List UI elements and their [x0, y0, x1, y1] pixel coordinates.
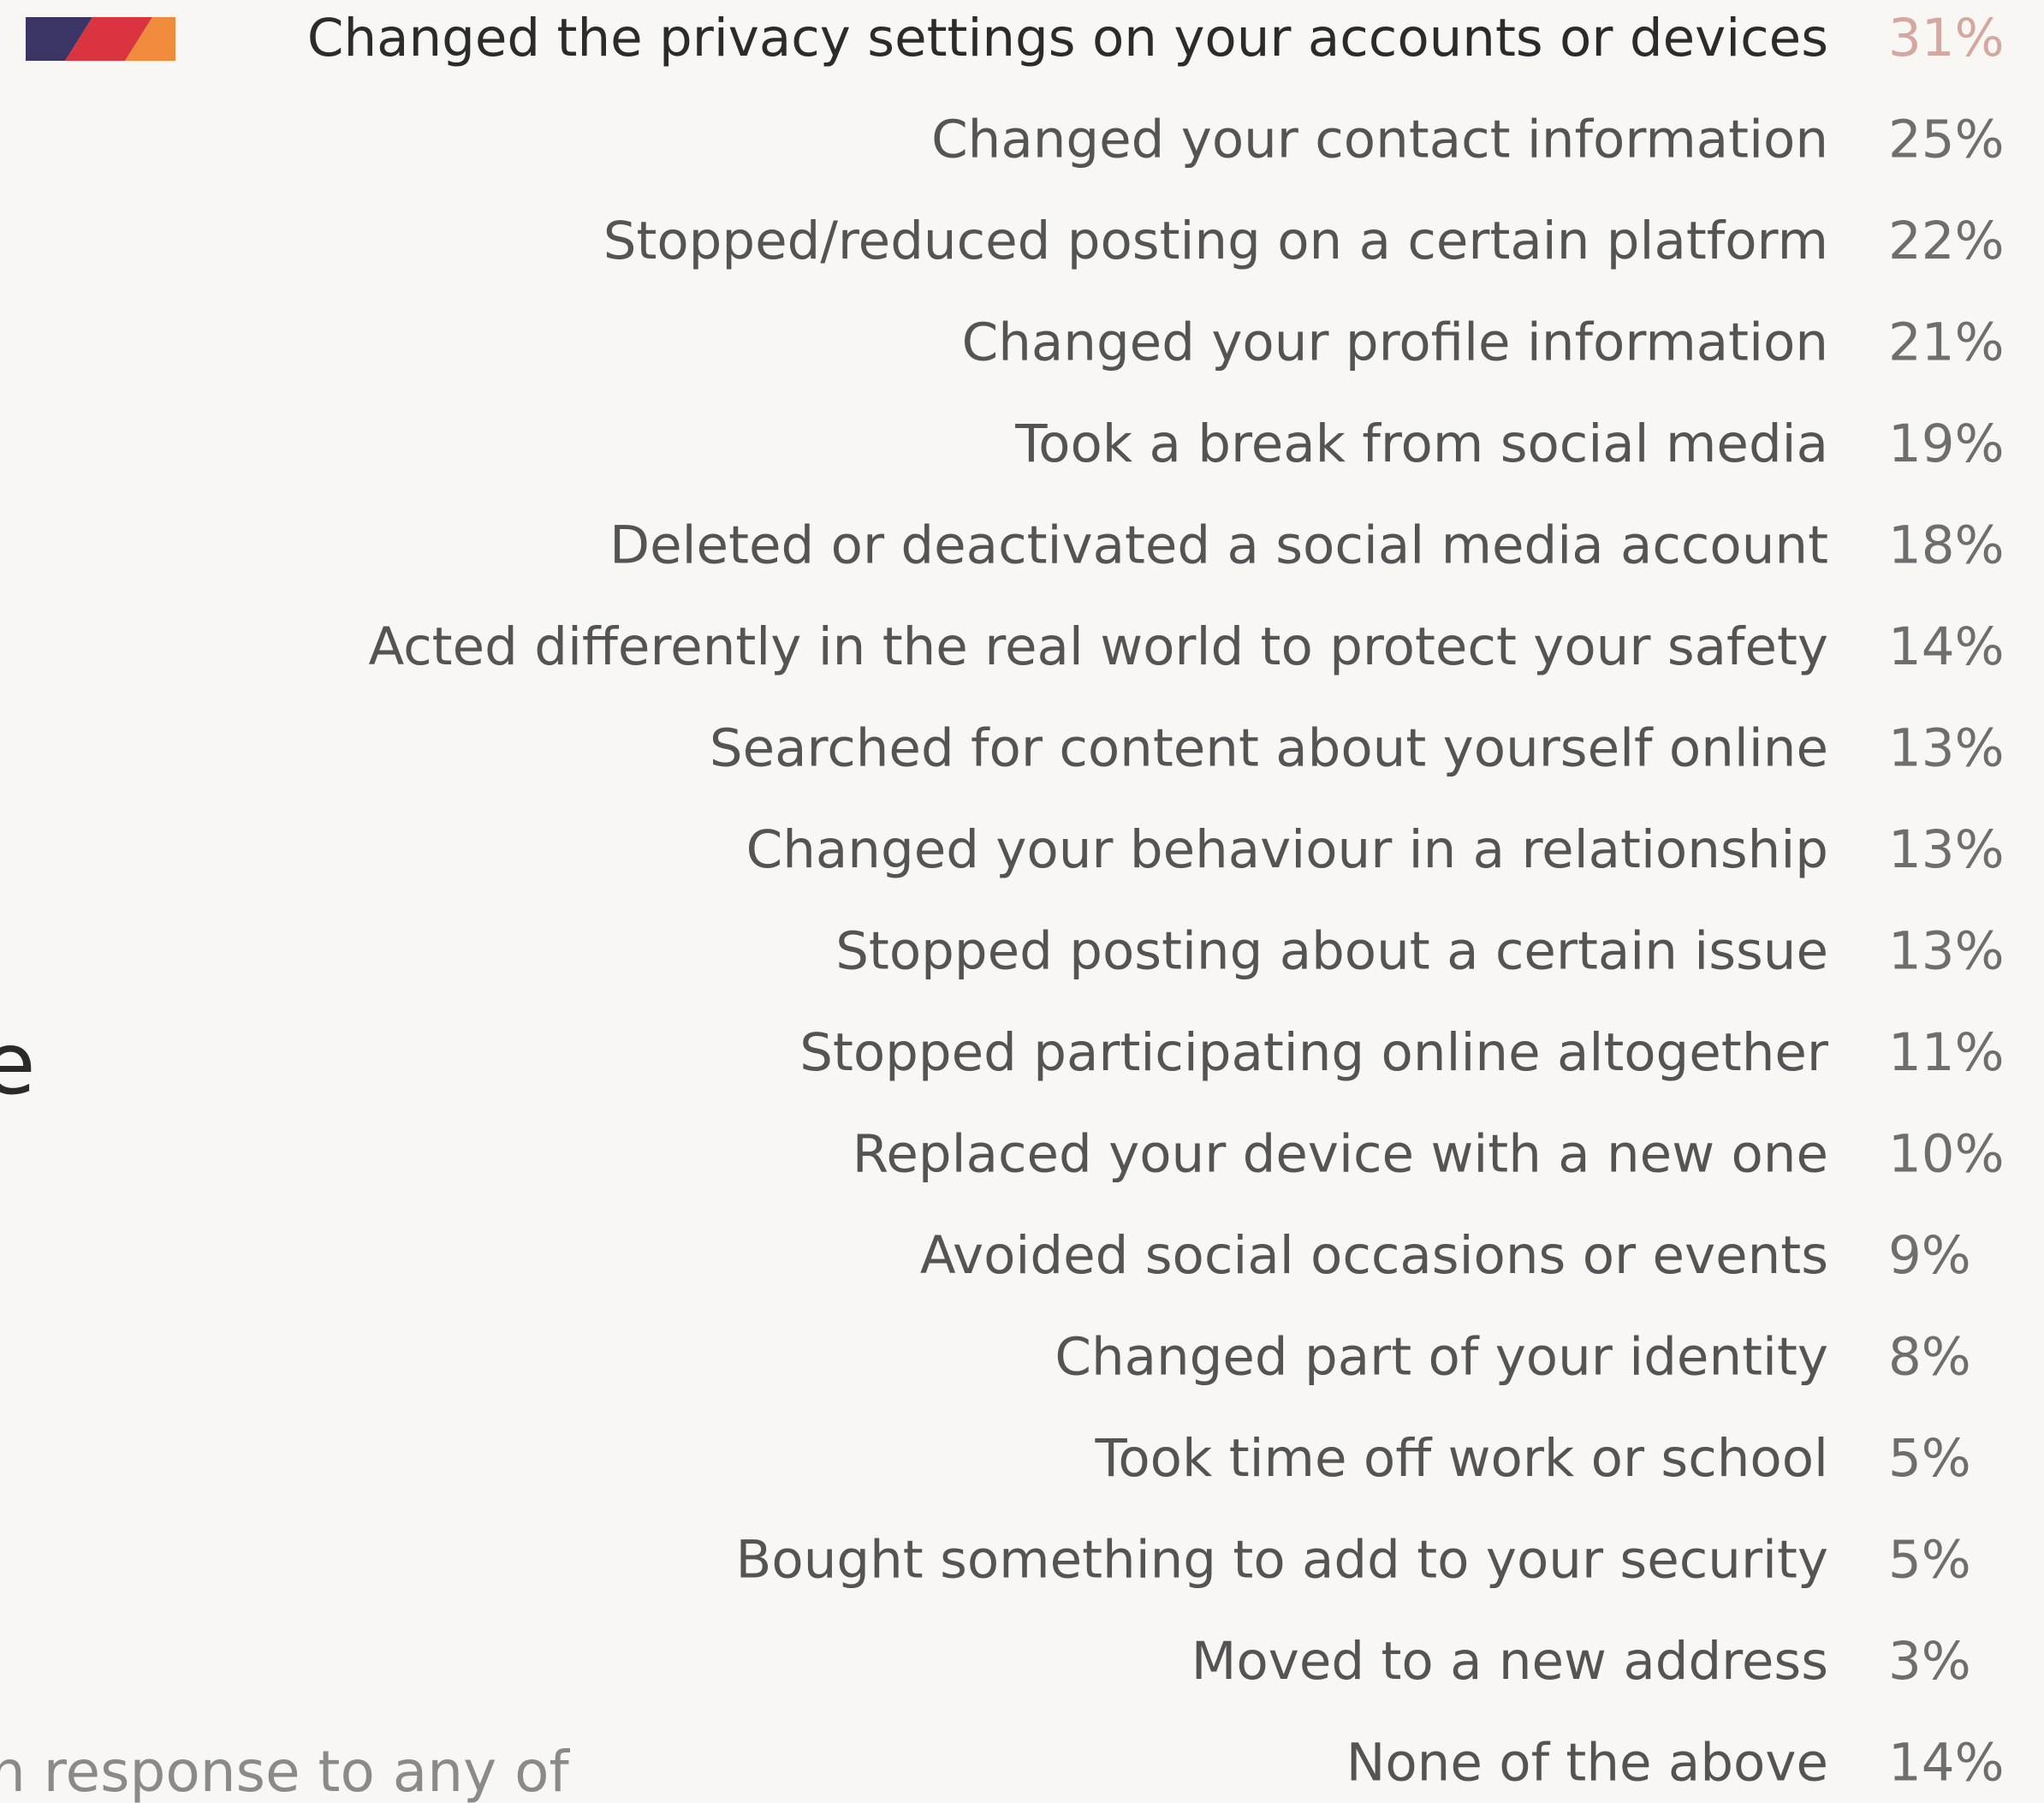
row-value: 9% — [1888, 1225, 1971, 1286]
partial-heading-letter: e — [0, 1014, 36, 1114]
row-label: Stopped participating online altogether — [799, 1022, 1829, 1083]
row-label: Took a break from social media — [1014, 414, 1828, 474]
chart: Changed the privacy settings on your acc… — [0, 8, 2005, 1803]
row-value: 14% — [1888, 616, 2005, 677]
row-label: Bought something to add to your security — [736, 1530, 1828, 1591]
row-label: Stopped posting about a certain issue — [835, 921, 1828, 982]
row-value: 31% — [1888, 8, 2005, 68]
row-label: Searched for content about yourself onli… — [710, 718, 1828, 779]
row-value: 21% — [1888, 312, 2005, 373]
row-value: 5% — [1888, 1428, 1971, 1489]
row-label: Took time off work or school — [1094, 1428, 1828, 1489]
row-value: 5% — [1888, 1530, 1971, 1591]
chart-rows: Changed the privacy settings on your acc… — [307, 8, 2005, 1794]
row-value: 22% — [1888, 211, 2005, 271]
row-label: Changed your contact information — [931, 110, 1828, 170]
partial-caption: n response to any of — [0, 1739, 570, 1803]
row-label: Changed your behaviour in a relationship — [746, 819, 1828, 880]
row-label: None of the above — [1346, 1733, 1828, 1794]
row-label: Changed the privacy settings on your acc… — [307, 8, 1828, 68]
row-label: Changed part of your identity — [1055, 1327, 1828, 1388]
row-label: Moved to a new address — [1191, 1631, 1828, 1692]
row-value: 8% — [1888, 1327, 1971, 1388]
row-label: Stopped/reduced posting on a certain pla… — [603, 211, 1828, 271]
row-label: Deleted or deactivated a social media ac… — [609, 515, 1828, 576]
row-value: 11% — [1888, 1022, 2005, 1083]
row-label: Changed your profile information — [962, 312, 1828, 373]
row-value: 13% — [1888, 819, 2005, 880]
row-value: 19% — [1888, 414, 2005, 474]
row-value: 18% — [1888, 515, 2005, 576]
row-label: Acted differently in the real world to p… — [368, 616, 1828, 677]
row-value: 25% — [1888, 110, 2005, 170]
row-label: Avoided social occasions or events — [920, 1225, 1828, 1286]
row-value: 3% — [1888, 1631, 1971, 1692]
row-value: 13% — [1888, 718, 2005, 779]
row-value: 13% — [1888, 921, 2005, 982]
highlight-swatch-icon — [26, 17, 175, 61]
row-value: 14% — [1888, 1733, 2005, 1794]
row-label: Replaced your device with a new one — [853, 1124, 1828, 1185]
row-value: 10% — [1888, 1124, 2005, 1185]
